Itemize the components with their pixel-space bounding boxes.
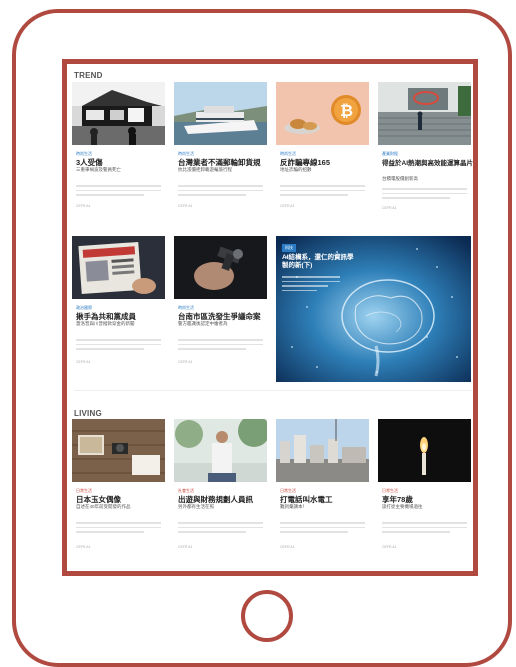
article-thumbnail — [72, 236, 165, 299]
article-excerpt — [280, 522, 365, 534]
article-level: CEFR A1 — [76, 204, 91, 208]
svg-text:₿: ₿ — [340, 101, 353, 120]
section-divider — [74, 390, 472, 391]
article-subtitle: 地址詐騙的招數 — [280, 167, 312, 172]
article-card[interactable]: 日常生活 享年78歲 談打從主要機場過往 CEFR A1 — [378, 419, 471, 569]
article-excerpt — [280, 185, 365, 197]
article-thumbnail — [378, 419, 471, 482]
article-level: CEFR A1 — [280, 545, 295, 549]
article-excerpt — [178, 339, 263, 351]
featured-excerpt — [282, 276, 340, 291]
article-level: CEFR A1 — [382, 545, 397, 549]
article-subtitle: 三重車禍波及警員死亡 — [76, 167, 121, 172]
featured-title[interactable]: AI結構系，還仁的資訊學製的新(下) — [282, 254, 354, 270]
article-thumbnail — [174, 236, 267, 299]
article-subtitle: 談打從主要機場過往 — [382, 504, 423, 509]
article-subtitle: 另外都有生活在照 — [178, 504, 214, 509]
featured-article-card[interactable]: 科技 AI結構系，還仁的資訊學製的新(下) — [276, 236, 471, 382]
article-thumbnail: ₿ — [276, 82, 369, 145]
article-level: CEFR A1 — [178, 204, 193, 208]
article-card[interactable]: 社會生活 出遊與財務規劃人員訊 另外都有生活在照 CEFR A1 — [174, 419, 267, 569]
article-level: CEFR A1 — [178, 360, 193, 364]
featured-badge: 科技 — [282, 244, 296, 252]
article-excerpt — [382, 188, 467, 200]
article-card[interactable]: 產業財經 得益於AI熱潮與高效能運算晶片需求 台積電股價創新高 CEFR A1 — [378, 82, 473, 227]
article-excerpt — [178, 522, 263, 534]
article-card[interactable]: 時尚生活 3人受傷 三重車禍波及警員死亡 CEFR A1 — [72, 82, 165, 227]
section-title-trend: TREND — [74, 71, 103, 80]
article-level: CEFR A1 — [76, 545, 91, 549]
article-level: CEFR A1 — [76, 360, 91, 364]
article-thumbnail — [276, 419, 369, 482]
article-subtitle: 難詞彙講本！ — [280, 504, 307, 509]
article-thumbnail — [174, 419, 267, 482]
section-title-living: LIVING — [74, 409, 102, 418]
article-excerpt — [76, 339, 161, 351]
article-thumbnail — [72, 82, 165, 145]
article-excerpt — [76, 522, 161, 534]
article-level: CEFR A1 — [178, 545, 193, 549]
article-subtitle: 自述在40年前受開發的作品 — [76, 504, 131, 509]
article-card[interactable]: 時尚生活 台灣業者不滿郵輪卸貨規 抗比漲價拒卸載遊輪旅行程 CEFR A1 — [174, 82, 267, 227]
article-subtitle: 台積電股價創新高 — [382, 176, 418, 181]
article-excerpt — [178, 185, 263, 197]
article-level: CEFR A1 — [280, 204, 295, 208]
home-button[interactable] — [241, 590, 293, 642]
article-thumbnail — [378, 82, 471, 145]
article-thumbnail — [72, 419, 165, 482]
article-card[interactable]: 政治國際 揪手為共和黨成員 蓋洛普與川普撥款穿金的新聞 CEFR A1 — [72, 236, 165, 381]
article-card[interactable]: 日常生活 日本玉女偶像 自述在40年前受開發的作品 CEFR A1 — [72, 419, 165, 569]
article-level: CEFR A1 — [382, 206, 397, 210]
article-subtitle: 蓋洛普與川普撥款穿金的新聞 — [76, 321, 135, 326]
article-card[interactable]: 時尚生活 台南市區洗發生爭議命案 警方鑑識後認定中槍者為 CEFR A1 — [174, 236, 267, 381]
article-excerpt — [76, 185, 161, 197]
more-icon[interactable] — [458, 75, 468, 109]
tablet-screen: TREND 時尚生活 3人受傷 三重車禍波及警員死亡 CEFR A1 時尚生活 … — [62, 59, 478, 576]
article-title[interactable]: 得益於AI熱潮與高效能運算晶片需求 — [382, 157, 473, 167]
article-subtitle: 抗比漲價拒卸載遊輪旅行程 — [178, 167, 232, 172]
article-subtitle: 警方鑑識後認定中槍者為 — [178, 321, 228, 326]
article-card[interactable]: ₿ 時尚生活 反詐騙專線165 地址詐騙的招數 CEFR A1 — [276, 82, 369, 227]
article-thumbnail — [174, 82, 267, 145]
more-icon[interactable] — [458, 413, 468, 447]
article-card[interactable]: 日常生活 打電話叫水電工 難詞彙講本！ CEFR A1 — [276, 419, 369, 569]
article-excerpt — [382, 522, 467, 534]
